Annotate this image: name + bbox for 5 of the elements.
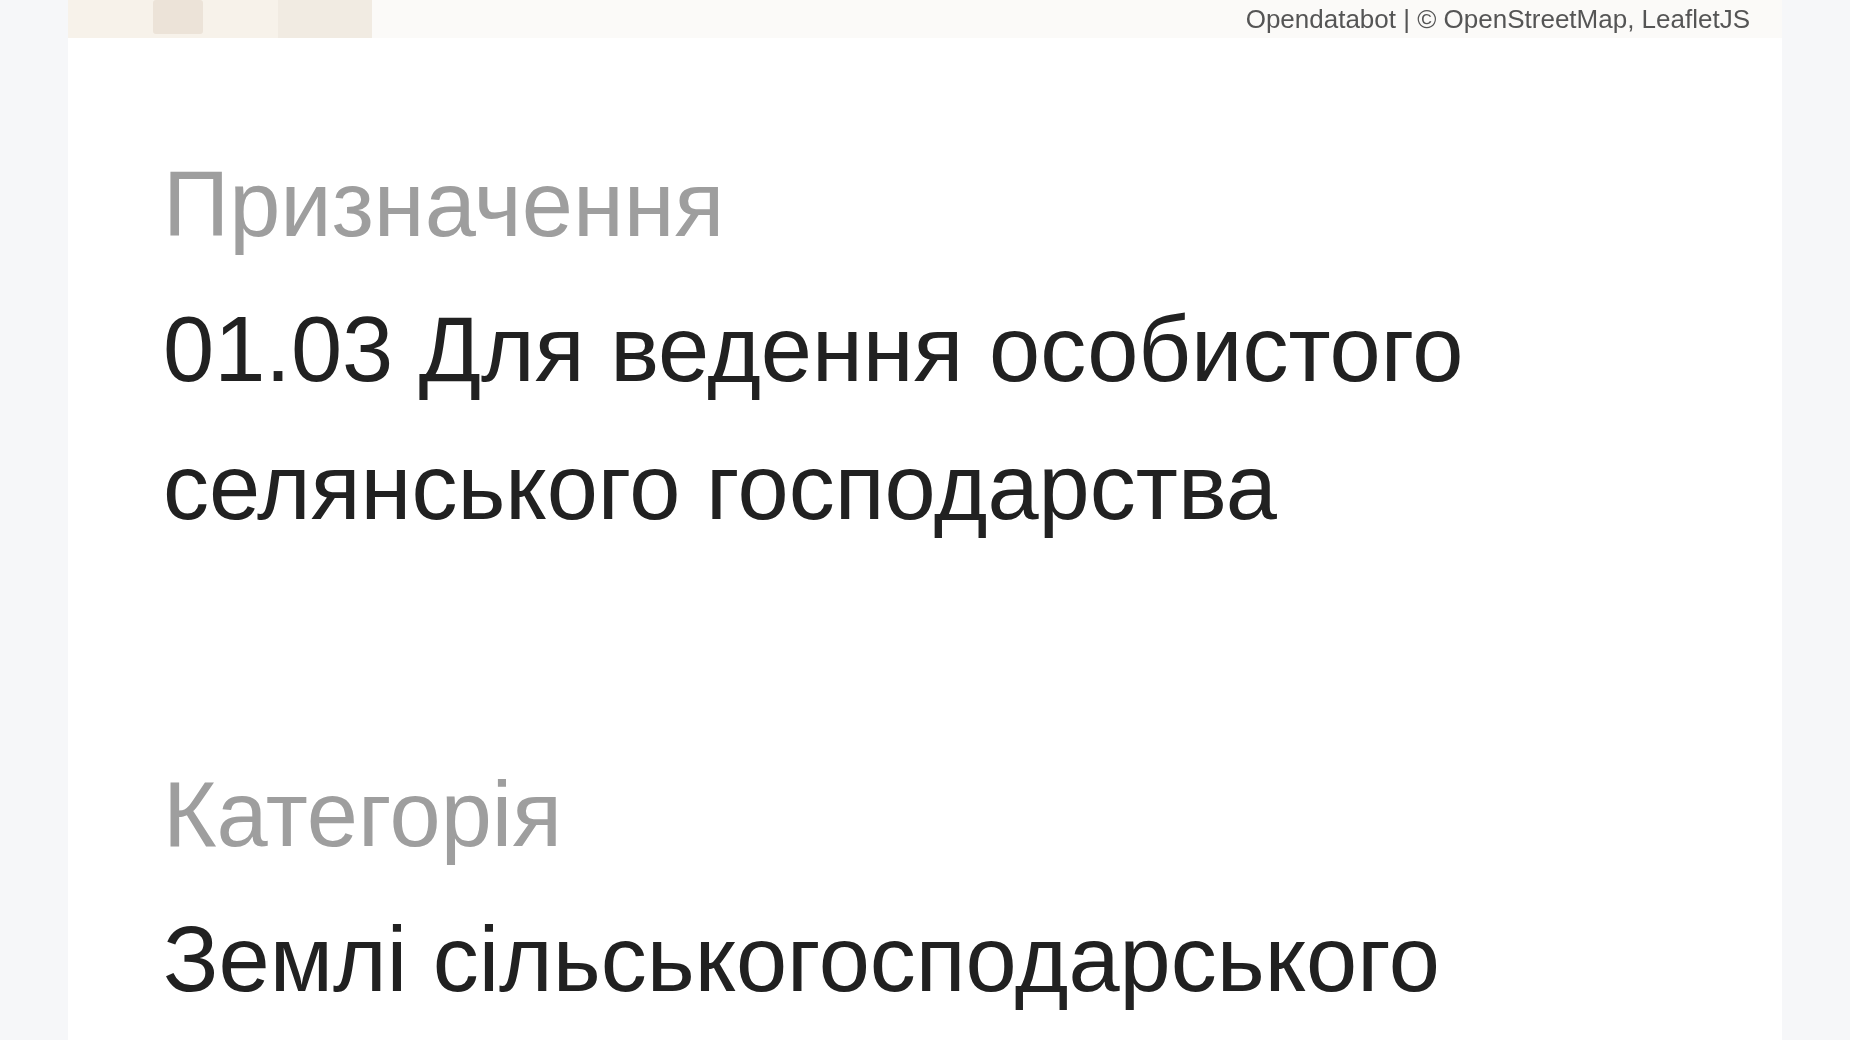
map-attribution: Opendatabot | © OpenStreetMap, LeafletJS: [372, 0, 1782, 38]
field-label: Призначення: [163, 152, 725, 256]
field-value: 01.03 Для ведення особистого селянського господарства: [163, 297, 1465, 540]
field-label: Категорія: [163, 762, 563, 866]
field-value: Землі сільськогосподарського: [163, 907, 1440, 1012]
